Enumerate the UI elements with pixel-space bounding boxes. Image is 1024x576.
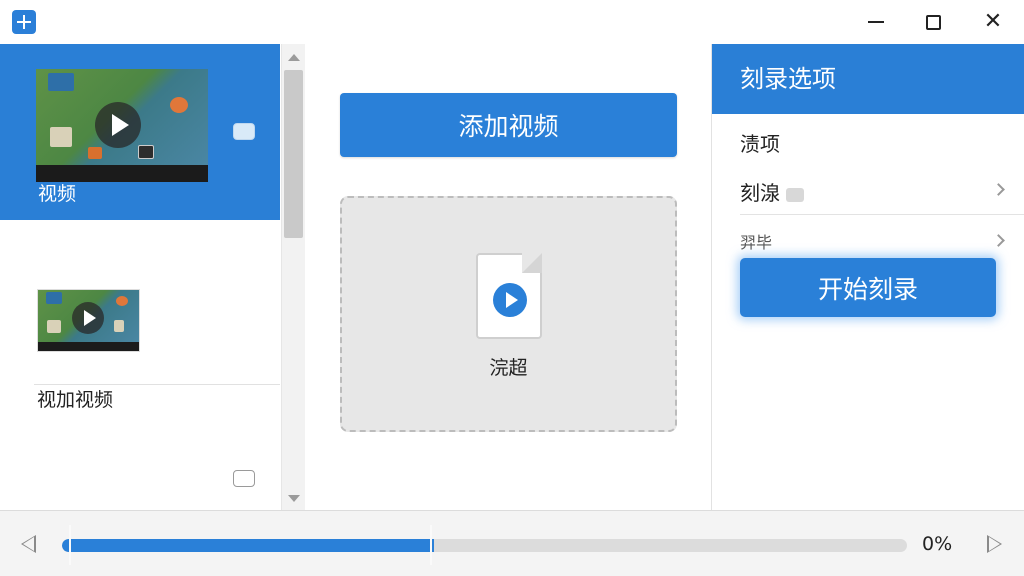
progress-handle[interactable] xyxy=(430,525,432,565)
video-list-item[interactable]: 视频 xyxy=(0,44,280,220)
play-icon xyxy=(72,302,104,334)
scroll-up-arrow-icon[interactable] xyxy=(288,54,300,61)
minimize-button[interactable] xyxy=(848,0,904,44)
progress-marker xyxy=(69,525,71,565)
next-icon[interactable] xyxy=(987,535,1002,553)
close-icon: ✕ xyxy=(983,9,1003,34)
video-list-item[interactable]: 视加视频 xyxy=(0,220,280,487)
maximize-icon xyxy=(925,14,941,30)
play-icon xyxy=(95,102,141,148)
app-icon xyxy=(12,10,36,34)
start-burn-button[interactable]: 开始刻录 xyxy=(740,258,996,317)
close-button[interactable]: ✕ xyxy=(965,0,1021,44)
video-drop-zone[interactable]: 浣超 xyxy=(340,196,677,432)
chevron-right-icon xyxy=(992,183,1005,196)
chevron-right-icon xyxy=(992,234,1005,247)
add-video-button[interactable]: 添加视频 xyxy=(340,93,677,157)
progress-bar[interactable] xyxy=(62,539,907,552)
option-row-edit[interactable]: 羿毕 xyxy=(740,229,772,253)
minimize-icon xyxy=(868,21,884,23)
playback-bar: 0% xyxy=(0,510,1024,576)
drop-zone-label: 浣超 xyxy=(489,357,528,379)
panel-title: 刻录选项 xyxy=(712,44,1024,114)
item-checkbox[interactable] xyxy=(233,470,255,487)
video-file-icon xyxy=(476,253,542,339)
prev-icon[interactable] xyxy=(21,535,36,553)
refresh-icon xyxy=(786,187,804,202)
video-thumbnail xyxy=(37,289,140,352)
option-row-burn[interactable]: 刻湶 xyxy=(740,177,804,206)
progress-percent: 0% xyxy=(922,533,953,555)
video-thumbnail xyxy=(36,69,208,182)
item-checkbox[interactable] xyxy=(233,123,255,140)
burn-options-panel: 刻录选项 渍项 刻湶 羿毕 开始刻录 xyxy=(711,44,1024,510)
option-row-title[interactable]: 渍项 xyxy=(740,128,780,157)
progress-fill xyxy=(62,539,434,552)
video-title: 视加视频 xyxy=(37,389,114,411)
scroll-down-arrow-icon[interactable] xyxy=(288,495,300,502)
main-area: 添加视频 浣超 xyxy=(306,44,711,510)
list-divider xyxy=(34,384,280,385)
option-label: 刻湶 xyxy=(740,181,780,205)
title-bar: ✕ xyxy=(0,0,1024,44)
play-icon xyxy=(493,283,527,317)
maximize-button[interactable] xyxy=(905,0,961,44)
scroll-thumb[interactable] xyxy=(284,70,303,238)
video-list: 视频 视加视频 xyxy=(0,44,280,510)
video-title: 视频 xyxy=(38,183,77,205)
list-scrollbar[interactable] xyxy=(281,44,305,510)
divider xyxy=(740,214,1024,215)
